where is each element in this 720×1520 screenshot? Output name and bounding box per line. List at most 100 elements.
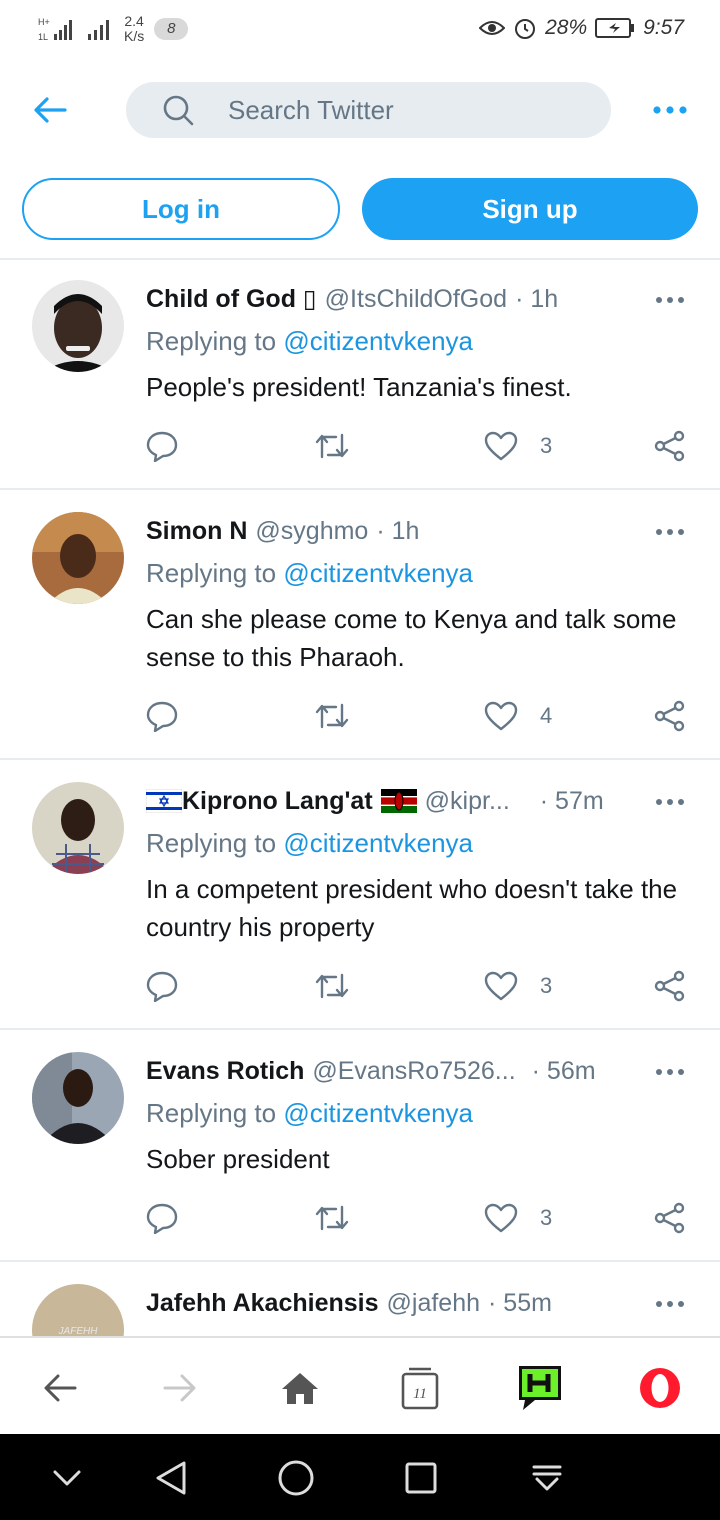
- author-handle[interactable]: @ItsChildOfGod: [325, 285, 507, 314]
- news-button[interactable]: [512, 1360, 568, 1416]
- tweet-header: Jafehh Akachiensis @jafehh · 55m: [146, 1286, 646, 1320]
- tweet-time[interactable]: · 1h: [376, 517, 419, 546]
- tweet-item[interactable]: JAFEHH Jafehh Akachiensis @jafehh · 55m: [0, 1264, 720, 1336]
- signal-icon-2: [88, 20, 109, 40]
- tweet-time[interactable]: · 55m: [488, 1289, 552, 1318]
- tabs-icon: 11: [401, 1367, 439, 1410]
- author-name[interactable]: Simon N: [146, 517, 247, 546]
- nav-back-button[interactable]: [146, 1456, 196, 1500]
- tweet-item[interactable]: Child of God ▯ @ItsChildOfGod · 1h Reply…: [0, 260, 720, 490]
- mention-link[interactable]: @citizentvkenya: [283, 326, 473, 356]
- search-box[interactable]: [126, 82, 611, 138]
- replying-to-label: Replying to: [146, 828, 277, 858]
- square-recents-icon: [405, 1462, 437, 1494]
- share-button[interactable]: [654, 1198, 686, 1238]
- israel-flag-icon: [146, 789, 182, 813]
- tweet-header: Evans Rotich @EvansRo7526... · 56m: [146, 1054, 646, 1088]
- mention-link[interactable]: @citizentvkenya: [283, 1098, 473, 1128]
- replying-to: Replying to @citizentvkenya: [146, 828, 473, 859]
- tabs-count: 11: [413, 1386, 427, 1402]
- avatar[interactable]: [32, 280, 124, 372]
- more-options-button[interactable]: [650, 98, 690, 122]
- tweet-text: People's president! Tanzania's finest.: [146, 372, 572, 402]
- reply-button[interactable]: [146, 696, 178, 736]
- more-icon: [656, 529, 684, 535]
- tweet-actions: 3: [146, 966, 696, 1006]
- tweet-header: Child of God ▯ @ItsChildOfGod · 1h: [146, 282, 646, 316]
- tweet-more-button[interactable]: [652, 1062, 688, 1082]
- retweet-button[interactable]: [314, 426, 350, 466]
- like-icon: [484, 1203, 518, 1233]
- author-handle[interactable]: @syghmo: [255, 517, 368, 546]
- author-name[interactable]: Child of God ▯: [146, 284, 317, 314]
- signal-icon: H+ 1L: [38, 17, 72, 42]
- tweet-time[interactable]: · 57m: [540, 787, 604, 816]
- status-left: H+ 1L 2.4 K/s 8: [38, 14, 189, 44]
- avatar[interactable]: [32, 512, 124, 604]
- signup-button[interactable]: Sign up: [362, 178, 698, 240]
- news-icon: [519, 1366, 561, 1410]
- reply-button[interactable]: [146, 966, 178, 1006]
- tweet-more-button[interactable]: [652, 290, 688, 310]
- tweet-more-button[interactable]: [652, 522, 688, 542]
- forward-arrow-icon: [163, 1374, 196, 1402]
- retweet-button[interactable]: [314, 696, 350, 736]
- avatar[interactable]: [32, 782, 124, 874]
- tabs-button[interactable]: 11: [392, 1360, 448, 1416]
- author-name[interactable]: Jafehh Akachiensis: [146, 1289, 379, 1318]
- like-button[interactable]: 4: [484, 696, 552, 736]
- tweet-more-button[interactable]: [652, 792, 688, 812]
- tweet-item[interactable]: Kiprono Lang'at @kipr... · 57m Replying …: [0, 762, 720, 1030]
- author-name[interactable]: Kiprono Lang'at: [182, 787, 373, 816]
- tweet-item[interactable]: Evans Rotich @EvansRo7526... · 56m Reply…: [0, 1032, 720, 1262]
- opera-menu-button[interactable]: [632, 1360, 688, 1416]
- nav-home-button[interactable]: [271, 1456, 321, 1500]
- more-icon: [656, 1301, 684, 1307]
- home-button[interactable]: [272, 1360, 328, 1416]
- like-button[interactable]: 3: [484, 1198, 552, 1238]
- reply-icon: [146, 1203, 178, 1234]
- pull-down-icon: [532, 1465, 562, 1491]
- mention-link[interactable]: @citizentvkenya: [283, 828, 473, 858]
- share-button[interactable]: [654, 966, 686, 1006]
- tweet-text: Can she please come to Kenya and talk so…: [146, 604, 677, 672]
- author-name[interactable]: Evans Rotich: [146, 1057, 304, 1086]
- browser-back-button[interactable]: [32, 1360, 88, 1416]
- author-handle[interactable]: @jafehh: [387, 1289, 481, 1318]
- login-button[interactable]: Log in: [22, 178, 340, 240]
- reply-button[interactable]: [146, 426, 178, 466]
- reply-button[interactable]: [146, 1198, 178, 1238]
- notification-badge: 8: [154, 18, 189, 40]
- tweet-more-button[interactable]: [652, 1294, 688, 1314]
- nav-recents-button[interactable]: [396, 1456, 446, 1500]
- author-handle[interactable]: @kipr...: [425, 787, 510, 816]
- back-button[interactable]: [28, 90, 72, 130]
- like-icon: [484, 971, 518, 1001]
- svg-text:H+: H+: [38, 17, 50, 27]
- like-button[interactable]: 3: [484, 966, 552, 1006]
- author-handle[interactable]: @EvansRo7526...: [312, 1057, 515, 1086]
- tweet-actions: 3: [146, 426, 696, 466]
- more-icon: [656, 799, 684, 805]
- replying-to: Replying to @citizentvkenya: [146, 1098, 473, 1129]
- hide-nav-button[interactable]: [42, 1456, 92, 1500]
- share-button[interactable]: [654, 696, 686, 736]
- avatar[interactable]: JAFEHH: [32, 1284, 124, 1336]
- tweet-item[interactable]: Simon N @syghmo · 1h Replying to @citize…: [0, 492, 720, 760]
- mention-link[interactable]: @citizentvkenya: [283, 558, 473, 588]
- search-input[interactable]: [228, 94, 588, 126]
- share-button[interactable]: [654, 426, 686, 466]
- circle-home-icon: [278, 1460, 314, 1496]
- retweet-button[interactable]: [314, 1198, 350, 1238]
- like-icon: [484, 701, 518, 731]
- notification-shade-button[interactable]: [522, 1456, 572, 1500]
- avatar[interactable]: [32, 1052, 124, 1144]
- tweet-time[interactable]: · 1h: [515, 285, 558, 314]
- browser-forward-button[interactable]: [152, 1360, 208, 1416]
- status-bar: H+ 1L 2.4 K/s 8 28% 9:57: [0, 0, 720, 62]
- alarm-icon: [515, 19, 536, 39]
- retweet-button[interactable]: [314, 966, 350, 1006]
- retweet-icon: [315, 703, 349, 729]
- like-button[interactable]: 3: [484, 426, 552, 466]
- tweet-time[interactable]: · 56m: [532, 1057, 596, 1086]
